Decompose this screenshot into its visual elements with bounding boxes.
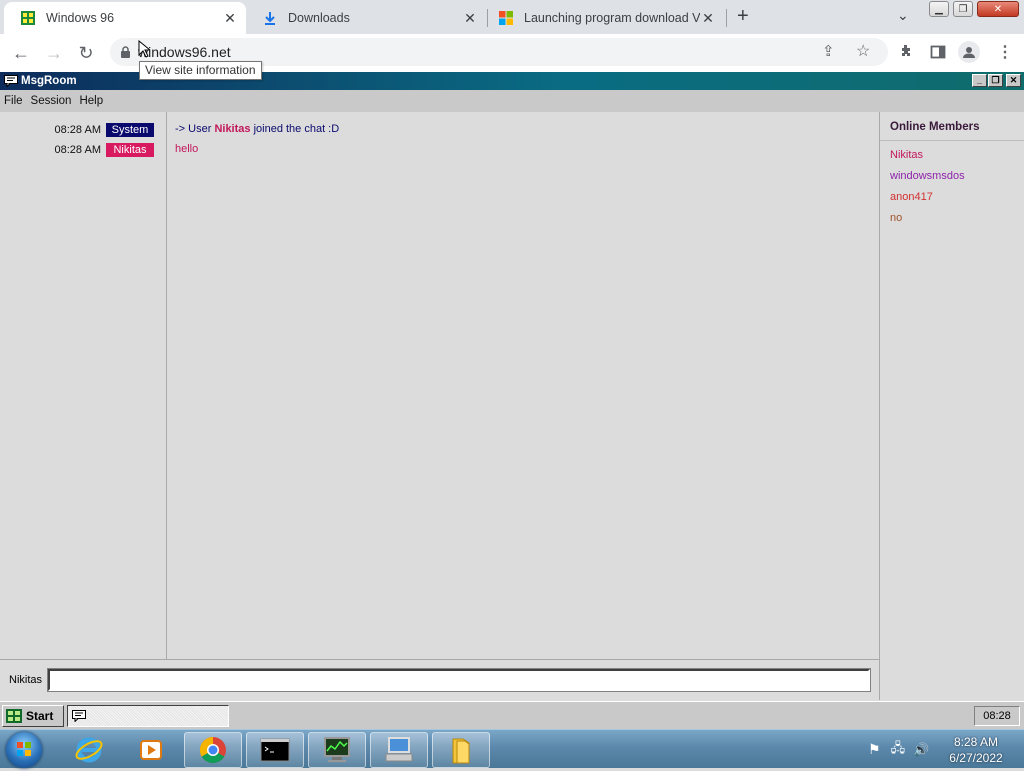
tab-windows96[interactable]: Windows 96 ✕ (4, 2, 246, 34)
microsoft-icon (499, 11, 513, 25)
minimize-window-button[interactable]: ▁ (929, 1, 949, 17)
action-center-flag-icon[interactable]: ⚑ (868, 741, 881, 758)
media-player-icon (140, 740, 162, 760)
member-item[interactable]: windowsmsdos (890, 170, 965, 182)
extensions-icon[interactable] (898, 44, 914, 60)
tab-title: Downloads (288, 11, 350, 25)
windows96-logo-icon (6, 709, 22, 723)
message-meta-row: 08:28 AM Nikitas (55, 143, 154, 157)
download-icon (265, 12, 275, 25)
restore-window-button[interactable]: ❐ (953, 1, 973, 17)
chat-input-bar: Nikitas (0, 659, 879, 700)
tab-downloads[interactable]: Downloads ✕ (246, 2, 486, 34)
internet-explorer-icon (75, 737, 103, 763)
taskbar-chrome[interactable] (184, 732, 242, 768)
start-label: Start (26, 709, 54, 723)
app-minimize-button[interactable]: _ (972, 74, 987, 87)
menu-file[interactable]: File (0, 95, 27, 107)
close-tab-icon[interactable]: ✕ (700, 10, 716, 26)
win7-start-orb[interactable] (6, 732, 42, 768)
members-divider (880, 140, 1024, 141)
message-meta-column: 08:28 AM System 08:28 AM Nikitas (0, 112, 167, 659)
task-manager-icon (324, 737, 350, 762)
reload-icon[interactable]: ↻ (74, 41, 98, 65)
close-tab-icon[interactable]: ✕ (222, 10, 238, 26)
close-tab-icon[interactable]: ✕ (462, 10, 478, 26)
taskbar-ie[interactable] (60, 732, 118, 768)
chat-bubble-icon (4, 75, 18, 87)
w96-taskbar: Start 08:28 (0, 701, 1024, 729)
chrome-menu-icon[interactable]: ⋮ (997, 42, 1013, 62)
network-icon[interactable]: 🖧 (891, 739, 906, 761)
taskbar-remote-desktop[interactable] (370, 732, 428, 768)
chrome-icon (199, 736, 226, 764)
chat-bubble-icon (72, 710, 86, 722)
bookmark-star-icon[interactable]: ☆ (856, 41, 870, 61)
windows96-icon (21, 11, 35, 25)
site-info-tooltip: View site information (139, 61, 262, 80)
user-badge[interactable]: Nikitas (106, 143, 154, 157)
windows-flag-icon (17, 742, 31, 756)
folder-icon (452, 738, 470, 764)
taskbar-item-msgroom[interactable] (67, 705, 229, 727)
member-item[interactable]: Nikitas (890, 149, 923, 161)
member-item[interactable]: anon417 (890, 191, 933, 203)
profile-avatar-icon[interactable] (958, 41, 980, 63)
message-time: 08:28 AM (54, 124, 101, 136)
chat-message-input[interactable] (47, 668, 871, 692)
message-time: 08:28 AM (54, 144, 101, 156)
volume-icon[interactable]: 🔊 (913, 742, 929, 758)
clock-date: 6/27/2022 (949, 751, 1003, 765)
member-item[interactable]: no (890, 212, 902, 224)
side-panel-icon[interactable] (930, 44, 946, 60)
win7-clock[interactable]: 8:28 AM 6/27/2022 (944, 734, 1008, 766)
tab-title: Windows 96 (46, 11, 115, 25)
url-text[interactable]: windows96.net (138, 44, 231, 60)
taskbar-task-manager[interactable] (308, 732, 366, 768)
input-username-label: Nikitas (9, 674, 43, 686)
computer-icon (385, 737, 413, 762)
taskbar-media-player[interactable] (122, 732, 180, 768)
online-members-panel: Online Members Nikitas windowsmsdos anon… (879, 112, 1024, 700)
taskbar-cmd[interactable] (246, 732, 304, 768)
user-badge[interactable]: System (106, 123, 154, 137)
system-message-suffix: joined the chat :D (250, 123, 340, 135)
message-area[interactable]: -> User Nikitas joined the chat :D hello (167, 112, 879, 659)
tab-launching-program[interactable]: Launching program download VI ✕ (482, 2, 724, 34)
tab-title: Launching program download VI (524, 11, 700, 25)
system-message: -> User Nikitas joined the chat :D (175, 123, 339, 135)
system-message-prefix: -> User (175, 123, 215, 135)
lock-icon[interactable] (120, 46, 131, 59)
app-close-button[interactable]: ✕ (1006, 74, 1021, 87)
app-title: MsgRoom (21, 75, 77, 87)
app-maximize-button[interactable]: ❐ (988, 74, 1003, 87)
tab-divider (726, 9, 727, 27)
new-tab-button[interactable]: + (737, 5, 749, 28)
tab-search-chevron-icon[interactable]: ⌄ (897, 7, 909, 24)
message-meta-row: 08:28 AM System (55, 123, 154, 137)
menu-session[interactable]: Session (27, 95, 76, 107)
w96-clock: 08:28 (974, 706, 1020, 726)
share-icon[interactable]: ⇪ (822, 42, 835, 60)
system-message-username: Nikitas (214, 123, 251, 135)
app-menubar: File Session Help (0, 90, 1024, 112)
taskbar-explorer[interactable] (432, 732, 490, 768)
chat-message-text: hello (175, 143, 199, 155)
forward-arrow-icon[interactable]: → (42, 41, 66, 65)
online-members-header: Online Members (890, 121, 980, 133)
close-window-button[interactable]: ✕ (977, 1, 1019, 17)
menu-help[interactable]: Help (75, 95, 107, 107)
browser-tabstrip: Windows 96 ✕ Downloads ✕ Launching progr… (0, 0, 1024, 34)
win7-taskbar: ⚑ 🖧 🔊 8:28 AM 6/27/2022 (0, 729, 1024, 768)
clock-time: 8:28 AM (953, 735, 999, 749)
command-prompt-icon (260, 738, 290, 762)
w96-start-button[interactable]: Start (2, 705, 64, 727)
back-arrow-icon[interactable]: ← (9, 41, 33, 65)
mouse-cursor-icon (138, 40, 150, 58)
